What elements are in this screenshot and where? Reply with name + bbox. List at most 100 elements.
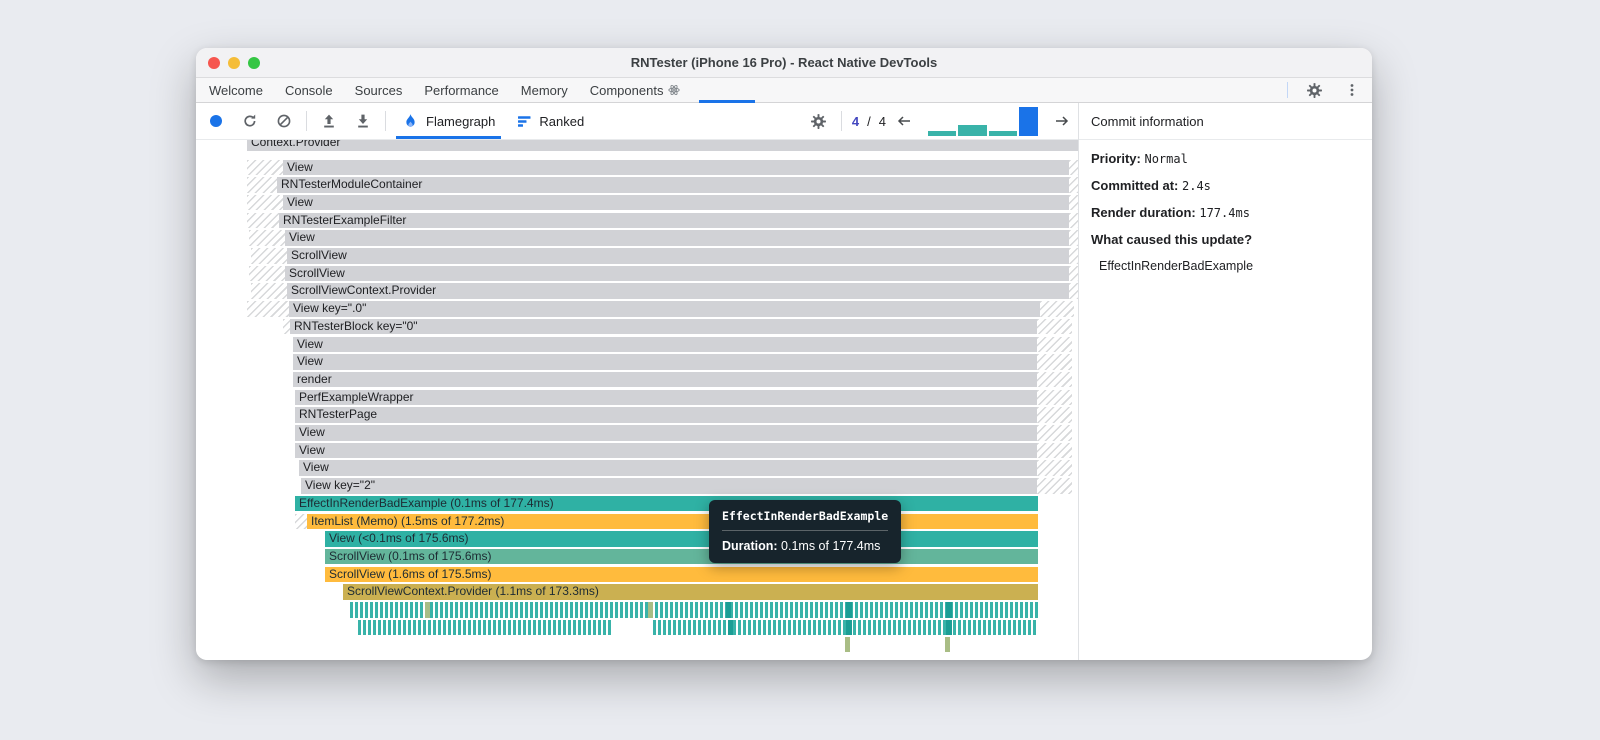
next-commit-button[interactable]	[1054, 114, 1070, 128]
flame-bar[interactable]: RNTesterBlock key="0"	[290, 318, 1037, 335]
did-not-render-hatch	[247, 159, 283, 175]
title-bar[interactable]: RNTester (iPhone 16 Pro) - React Native …	[196, 48, 1372, 78]
flame-row: EffectInRenderBadExample (0.1ms of 177.4…	[196, 495, 1078, 512]
flame-bar[interactable]: RNTesterModuleContainer	[277, 177, 1069, 193]
flame-bar[interactable]: ScrollViewContext.Provider (1.1ms of 173…	[343, 584, 1038, 600]
flame-dense-bars[interactable]	[350, 602, 1038, 618]
flame-bar[interactable]: EffectInRenderBadExample (0.1ms of 177.4…	[295, 495, 1038, 512]
flame-bar[interactable]	[846, 619, 852, 636]
flame-bar[interactable]: View (<0.1ms of 175.6ms)	[325, 531, 1038, 547]
flame-row: View	[196, 194, 1078, 211]
flame-row: View (<0.1ms of 175.6ms)	[196, 531, 1078, 547]
flame-row: ItemList (Memo) (1.5ms of 177.2ms)	[196, 513, 1078, 529]
flame-bar[interactable]: ScrollView (0.1ms of 175.6ms)	[325, 548, 1038, 565]
did-not-render-hatch	[283, 318, 290, 335]
update-cause-component[interactable]: EffectInRenderBadExample	[1091, 259, 1253, 273]
close-window-button[interactable]	[208, 57, 220, 69]
clear-profiles-button[interactable]	[272, 109, 296, 133]
tab-console[interactable]: Console	[274, 78, 344, 102]
did-not-render-hatch	[1069, 177, 1078, 193]
did-not-render-hatch	[1037, 460, 1072, 476]
flame-bar[interactable]: View	[283, 159, 1069, 175]
flame-bar[interactable]: render	[293, 371, 1037, 388]
ranked-tab-label: Ranked	[539, 113, 585, 129]
flame-bar[interactable]: PerfExampleWrapper	[295, 389, 1037, 406]
previous-commit-button[interactable]	[896, 114, 912, 128]
commit-bar-selected[interactable]	[1019, 107, 1038, 136]
commit-info-panel: Commit information Priority: Normal Commi…	[1078, 103, 1372, 660]
flame-row: View	[196, 159, 1078, 175]
tab-performance[interactable]: Performance	[413, 78, 509, 102]
flame-bar[interactable]	[846, 602, 852, 618]
flame-bar[interactable]	[425, 602, 430, 618]
settings-gear-icon[interactable]	[1302, 78, 1326, 102]
reload-and-profile-button[interactable]	[238, 109, 262, 133]
flame-bar[interactable]: View	[295, 425, 1037, 441]
tooltip-duration: Duration: 0.1ms of 177.4ms	[722, 539, 881, 553]
commit-info-value: 177.4ms	[1199, 205, 1250, 220]
did-not-render-hatch	[1069, 230, 1078, 246]
flame-bar[interactable]: ScrollView (1.6ms of 175.5ms)	[325, 566, 1038, 583]
flame-row: View	[196, 442, 1078, 459]
did-not-render-hatch	[1069, 265, 1078, 282]
tab-ranked[interactable]: Ranked	[511, 103, 590, 139]
flame-bar[interactable]: RNTesterPage	[295, 407, 1037, 423]
flame-bar-tooltip: EffectInRenderBadExample Duration: 0.1ms…	[709, 500, 902, 563]
commit-bar[interactable]	[989, 131, 1017, 136]
record-button[interactable]	[204, 109, 228, 133]
flame-bar[interactable]: View	[295, 442, 1037, 459]
flame-bar[interactable]: ScrollView	[285, 265, 1069, 282]
commit-info-row: Committed at: 2.4s	[1091, 177, 1360, 196]
tab-sources[interactable]: Sources	[344, 78, 414, 102]
flame-bar[interactable]: View	[283, 194, 1069, 211]
tab-flamegraph[interactable]: Flamegraph	[396, 103, 502, 139]
commit-bar[interactable]	[928, 131, 956, 136]
tab-memory[interactable]: Memory	[510, 78, 579, 102]
commit-info-label: Committed at:	[1091, 177, 1182, 193]
flame-bar[interactable]: ScrollView	[287, 248, 1069, 264]
export-profile-button[interactable]	[351, 109, 375, 133]
did-not-render-hatch	[247, 212, 279, 229]
minimize-window-button[interactable]	[228, 57, 240, 69]
did-not-render-hatch	[1037, 407, 1072, 423]
flame-bar[interactable]: ScrollViewContext.Provider	[287, 283, 1069, 299]
flame-bar[interactable]: View key=".0"	[289, 301, 1040, 317]
flame-bar[interactable]: RNTesterExampleFilter	[279, 212, 1069, 229]
flame-bar[interactable]: View	[293, 336, 1037, 352]
flame-bar[interactable]	[648, 602, 653, 618]
flame-bar[interactable]	[728, 619, 733, 636]
flame-bar[interactable]	[946, 602, 952, 618]
window-title: RNTester (iPhone 16 Pro) - React Native …	[630, 55, 938, 70]
flame-bar[interactable]: View key="2"	[301, 478, 1037, 494]
flame-bar[interactable]: View	[285, 230, 1069, 246]
flame-bar[interactable]: Context.Provider	[247, 140, 1078, 151]
profiler-settings-gear-icon[interactable]	[807, 109, 831, 133]
commit-bar[interactable]	[958, 125, 987, 136]
flame-bar[interactable]: ItemList (Memo) (1.5ms of 177.2ms)	[307, 513, 1038, 529]
flame-bar[interactable]	[845, 637, 850, 653]
tab-components[interactable]: Components	[579, 78, 692, 102]
flame-bar[interactable]: View	[293, 354, 1037, 370]
commit-info-body: Priority: Normal Committed at: 2.4s Render…	[1079, 140, 1372, 294]
tab-welcome[interactable]: Welcome	[198, 78, 274, 102]
commit-selector-chart	[928, 106, 1038, 136]
flame-row: View	[196, 230, 1078, 246]
flame-bar[interactable]: View	[299, 460, 1037, 476]
kebab-menu-icon[interactable]	[1340, 78, 1364, 102]
import-profile-button[interactable]	[317, 109, 341, 133]
traffic-lights	[208, 57, 260, 69]
did-not-render-hatch	[1037, 442, 1072, 459]
did-not-render-hatch	[1037, 371, 1072, 388]
flame-icon	[406, 113, 415, 127]
flame-bar[interactable]	[946, 619, 952, 636]
zoom-window-button[interactable]	[248, 57, 260, 69]
flame-row: RNTesterBlock key="0"	[196, 318, 1078, 335]
flame-bar[interactable]	[945, 637, 950, 653]
flame-bar[interactable]	[726, 602, 731, 618]
tab-active-blank[interactable]	[691, 78, 763, 103]
total-commits: 4	[878, 113, 886, 129]
flame-row: render	[196, 371, 1078, 388]
flame-dense-bars[interactable]	[358, 619, 612, 636]
did-not-render-hatch	[247, 194, 283, 211]
flame-row: View key="2"	[196, 478, 1078, 494]
